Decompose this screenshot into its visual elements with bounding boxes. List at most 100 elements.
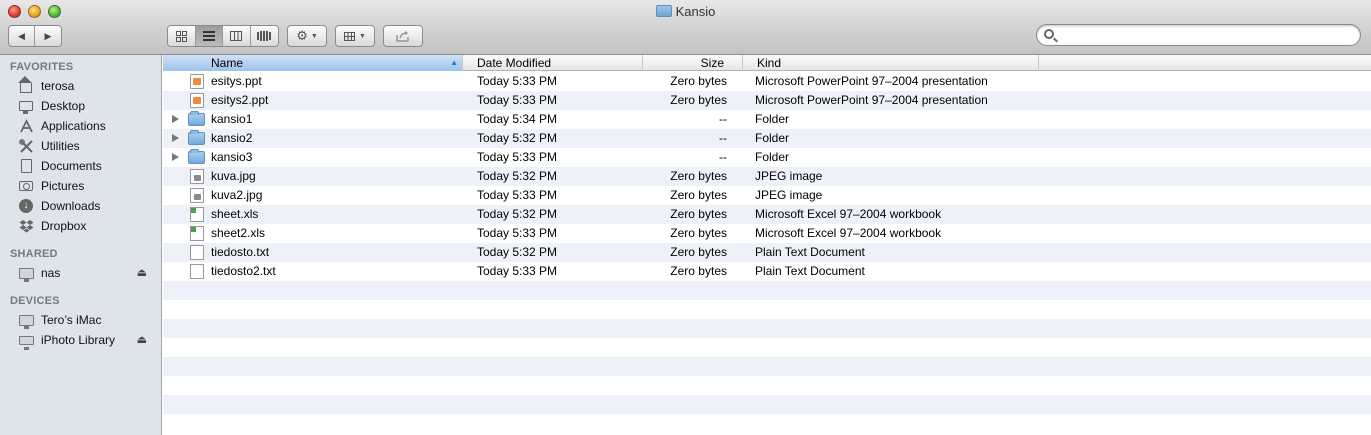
monitor-icon (18, 312, 34, 329)
file-size: -- (719, 150, 727, 164)
disclosure-triangle-icon[interactable] (172, 153, 179, 161)
column-view-icon (230, 31, 243, 41)
documents-icon (18, 158, 34, 174)
xls-file-icon (190, 226, 204, 241)
table-row[interactable]: kansio3 Today 5:33 PM -- Folder (163, 148, 1371, 167)
sidebar-item-utilities[interactable]: Utilities (0, 136, 161, 156)
table-row[interactable]: tiedosto2.txt Today 5:33 PM Zero bytes Plai… (163, 262, 1371, 281)
table-row[interactable]: kansio1 Today 5:34 PM -- Folder (163, 110, 1371, 129)
icon-view-icon (175, 30, 187, 42)
arrange-menu-button[interactable]: ▼ (335, 25, 375, 47)
icon-view-button[interactable] (168, 26, 196, 46)
eject-icon[interactable]: ⏏ (137, 333, 147, 346)
share-button[interactable] (383, 25, 423, 47)
sidebar-item-terosa[interactable]: terosa (0, 76, 161, 96)
table-row[interactable]: tiedosto.txt Today 5:32 PM Zero bytes Plain… (163, 243, 1371, 262)
back-button[interactable]: ◀ (9, 26, 35, 46)
sidebar-item-downloads[interactable]: ↓ Downloads (0, 196, 161, 216)
file-kind: Microsoft PowerPoint 97–2004 presentatio… (755, 93, 988, 107)
ppt-file-icon (190, 93, 204, 108)
file-kind: Folder (755, 131, 790, 145)
column-header-bar: Name ▲ Date Modified Size Kind (163, 55, 1371, 71)
txt-file-icon (190, 264, 204, 279)
table-row[interactable]: sheet2.xls Today 5:33 PM Zero bytes Microso… (163, 224, 1371, 243)
file-name: esitys2.ppt (211, 93, 269, 107)
devices-header: DEVICES (10, 295, 60, 307)
eject-icon[interactable]: ⏏ (137, 266, 147, 279)
file-rows: esitys.ppt Today 5:33 PM Zero bytes Microso… (163, 72, 1371, 433)
sidebar-item-label: Applications (41, 119, 106, 133)
file-name: tiedosto2.txt (211, 264, 276, 278)
sidebar-item-dropbox[interactable]: Dropbox (0, 216, 161, 236)
sidebar-item-pictures[interactable]: Pictures (0, 176, 161, 196)
column-header-label: Date Modified (477, 56, 552, 70)
coverflow-view-button[interactable] (250, 26, 278, 46)
table-row[interactable]: sheet.xls Today 5:32 PM Zero bytes Microsof… (163, 205, 1371, 224)
search-icon (1044, 29, 1054, 39)
favorites-header: FAVORITES (10, 61, 74, 73)
chevron-down-icon: ▼ (359, 32, 366, 40)
file-date-modified: Today 5:33 PM (477, 188, 558, 202)
table-row[interactable]: esitys2.ppt Today 5:33 PM Zero bytes Micros… (163, 91, 1371, 110)
file-date-modified: Today 5:33 PM (477, 264, 558, 278)
disclosure-triangle-icon[interactable] (172, 134, 179, 142)
search-input[interactable] (1059, 27, 1354, 43)
file-date-modified: Today 5:34 PM (477, 112, 558, 126)
chevron-right-icon: ▶ (44, 30, 52, 41)
table-row[interactable]: kansio2 Today 5:32 PM -- Folder (163, 129, 1371, 148)
empty-row (163, 281, 1371, 300)
sidebar-item-label: Desktop (41, 99, 86, 113)
forward-button[interactable]: ▶ (35, 26, 61, 46)
file-date-modified: Today 5:33 PM (477, 226, 558, 240)
folder-icon (188, 130, 205, 145)
txt-file-icon (190, 245, 204, 260)
monitor-icon (18, 265, 34, 282)
file-name: sheet2.xls (211, 226, 266, 240)
folder-icon (655, 5, 672, 17)
utilities-icon (18, 138, 34, 154)
empty-row (163, 300, 1371, 319)
empty-row (163, 395, 1371, 414)
file-size: Zero bytes (670, 93, 727, 107)
column-view-button[interactable] (223, 26, 251, 46)
column-header-size[interactable]: Size (643, 55, 743, 71)
column-header-kind[interactable]: Kind (743, 55, 1039, 71)
ppt-file-icon (190, 74, 204, 89)
file-kind: Microsoft Excel 97–2004 workbook (755, 226, 942, 240)
chevron-down-icon: ▼ (310, 32, 318, 40)
file-name: kuva2.jpg (211, 188, 263, 202)
file-name: kansio3 (211, 150, 253, 164)
sidebar-item-iphoto-library[interactable]: iPhoto Library ⏏ (0, 330, 161, 350)
sidebar-item-nas[interactable]: nas ⏏ (0, 263, 161, 283)
download-icon: ↓ (18, 198, 34, 214)
table-row[interactable]: kuva2.jpg Today 5:33 PM Zero bytes JPEG ima… (163, 186, 1371, 205)
sidebar-item-documents[interactable]: Documents (0, 156, 161, 176)
drive-icon (18, 332, 34, 350)
file-kind: Folder (755, 150, 790, 164)
empty-row (163, 376, 1371, 395)
sidebar-item-desktop[interactable]: Desktop (0, 96, 161, 116)
desktop-icon (18, 98, 34, 114)
action-menu-button[interactable]: ⚙ ▼ (287, 25, 327, 47)
sidebar-item-imac[interactable]: Tero’s iMac (0, 310, 161, 330)
window-title-text: Kansio (675, 4, 716, 19)
file-name: esitys.ppt (211, 74, 262, 88)
table-row[interactable]: esitys.ppt Today 5:33 PM Zero bytes Microso… (163, 72, 1371, 91)
sidebar-item-applications[interactable]: Applications (0, 116, 161, 136)
search-field[interactable] (1036, 24, 1361, 46)
table-row[interactable]: kuva.jpg Today 5:32 PM Zero bytes JPEG imag… (163, 167, 1371, 186)
file-name: kansio1 (211, 112, 253, 126)
column-header-date[interactable]: Date Modified (463, 55, 643, 71)
file-size: -- (719, 112, 727, 126)
sidebar-item-label: terosa (41, 79, 75, 93)
list-view-icon (202, 31, 215, 41)
jpg-file-icon (190, 169, 204, 184)
disclosure-triangle-icon[interactable] (172, 115, 179, 123)
file-size: -- (719, 131, 727, 145)
sidebar-item-label: Downloads (41, 199, 101, 213)
empty-row (163, 357, 1371, 376)
column-header-name[interactable]: Name ▲ (163, 55, 463, 71)
list-view-button[interactable] (195, 26, 223, 46)
arrange-icon (344, 31, 356, 41)
file-date-modified: Today 5:33 PM (477, 150, 558, 164)
